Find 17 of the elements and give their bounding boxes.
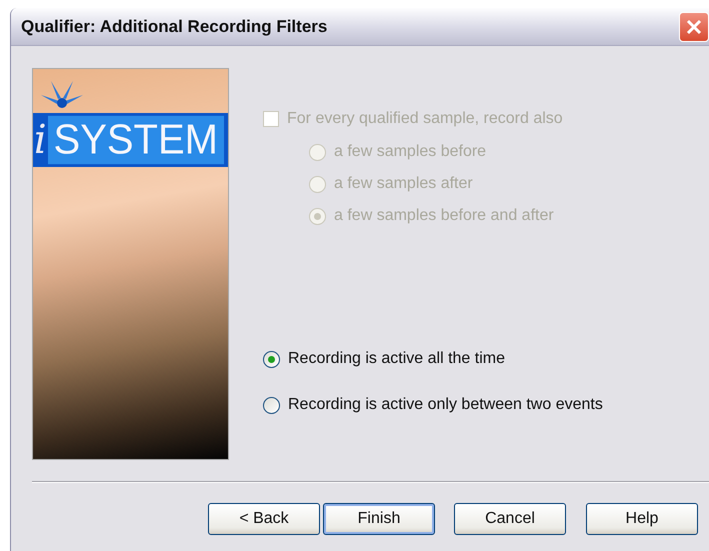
checkbox-label: For every qualified sample, record also xyxy=(287,109,563,129)
logo-word: SYSTEM xyxy=(48,116,224,164)
radio-button[interactable] xyxy=(263,350,280,368)
radio-label: Recording is active only between two events xyxy=(288,395,603,415)
close-button[interactable] xyxy=(679,12,709,42)
dialog-button[interactable]: Finish xyxy=(323,503,435,535)
radio-label: a few samples after xyxy=(334,174,473,194)
radio-label: Recording is active all the time xyxy=(288,349,505,369)
radio-button[interactable] xyxy=(263,396,280,414)
dialog-button[interactable]: Cancel xyxy=(454,503,566,535)
dialog-button[interactable]: Help xyxy=(586,503,698,535)
close-icon xyxy=(685,18,703,36)
dialog-button[interactable]: < Back xyxy=(208,503,320,535)
logo-letter: i xyxy=(33,120,48,160)
window-title: Qualifier: Additional Recording Filters xyxy=(21,16,328,38)
radio-label: a few samples before and after xyxy=(334,206,554,226)
radio-label: a few samples before xyxy=(334,142,486,162)
